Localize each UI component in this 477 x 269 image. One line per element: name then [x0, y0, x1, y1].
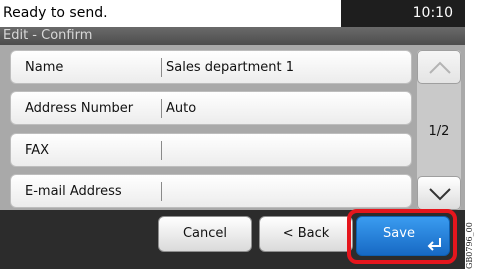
back-button[interactable]: < Back: [259, 216, 353, 252]
field-divider: [161, 141, 162, 160]
field-label: FAX: [25, 143, 50, 158]
cancel-button[interactable]: Cancel: [158, 216, 252, 252]
field-row-address-number[interactable]: Address Number Auto: [10, 91, 412, 125]
field-row-fax[interactable]: FAX: [10, 133, 412, 167]
field-label: E-mail Address: [25, 184, 122, 199]
save-button[interactable]: Save: [356, 216, 450, 256]
chevron-up-icon: [429, 61, 451, 74]
field-label: Name: [25, 60, 64, 75]
scroll-up-button[interactable]: [417, 50, 461, 84]
screen-title: Edit - Confirm: [3, 28, 93, 43]
form-area: Name Sales department 1 Address Number A…: [0, 45, 465, 210]
scroll-down-button[interactable]: [417, 176, 461, 210]
document-code-text: GB0796_00: [465, 222, 474, 269]
field-divider: [161, 58, 162, 77]
page-scroller: 1/2: [417, 50, 461, 210]
field-divider: [161, 99, 162, 118]
status-bar: Ready to send. 10:10: [0, 0, 465, 27]
field-row-email-address[interactable]: E-mail Address: [10, 174, 412, 208]
field-value: Auto: [166, 101, 197, 116]
field-row-name[interactable]: Name Sales department 1: [10, 50, 412, 84]
panel-screen: Ready to send. 10:10 Edit - Confirm Name…: [0, 0, 465, 269]
chevron-down-icon: [429, 188, 451, 201]
enter-icon: [427, 238, 441, 251]
field-value: Sales department 1: [166, 60, 295, 75]
field-divider: [161, 182, 162, 201]
page-indicator: 1/2: [428, 124, 450, 139]
title-bar: Edit - Confirm: [0, 27, 465, 45]
field-label: Address Number: [25, 101, 134, 116]
status-message: Ready to send.: [0, 0, 341, 27]
status-time: 10:10: [412, 5, 453, 21]
